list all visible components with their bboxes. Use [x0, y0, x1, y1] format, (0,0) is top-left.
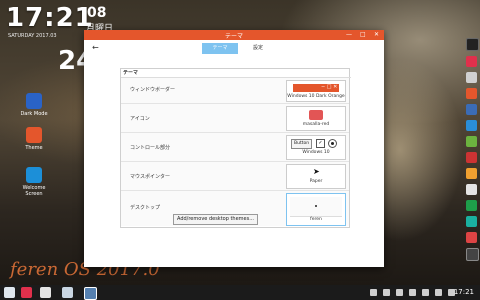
back-button[interactable]: ← — [92, 43, 99, 52]
desktop-thumbnail — [290, 197, 342, 217]
window-title: テーマ — [224, 33, 243, 40]
row-label: ウィンドウボーダー — [130, 87, 176, 93]
person-icon — [26, 93, 42, 109]
bell-icon[interactable] — [383, 289, 390, 296]
theme-app-icon[interactable] — [84, 287, 97, 300]
vivaldi-icon[interactable] — [21, 287, 32, 298]
preview-caption: masalla-red — [302, 122, 330, 127]
wifi-icon[interactable] — [422, 289, 429, 296]
desktop-icon-theme[interactable]: Theme — [14, 127, 54, 151]
mail-icon[interactable] — [466, 104, 477, 115]
store-icon[interactable] — [62, 287, 73, 298]
desktop-icon-label: Welcome Screen — [22, 185, 46, 197]
window-toolbar: ← テーマ 設定 — [84, 40, 384, 57]
cursor-icon: ➤ — [313, 167, 320, 176]
music-icon[interactable] — [435, 289, 442, 296]
store-icon[interactable] — [466, 216, 477, 227]
window-border-preview[interactable]: − □ ✕ Windows 10 Dark Orange — [286, 80, 346, 102]
theme-window: テーマ — □ ✕ ← テーマ 設定 テーマ ウィンドウボーダー − □ ✕ W… — [84, 30, 384, 267]
add-remove-desktop-themes-button[interactable]: Add/remove desktop themes... — [173, 214, 258, 225]
close-button[interactable]: ✕ — [374, 31, 379, 38]
preview-caption: Windows 10 — [302, 150, 330, 155]
row-label: デスクトップ — [130, 205, 161, 211]
checkbox-icon: ✓ — [316, 139, 325, 148]
row-label: マウスポインター — [130, 174, 171, 180]
date-widget-day: 08 — [87, 5, 107, 21]
row-label: コントロール部分 — [130, 145, 171, 151]
taskbar: 17:21 — [0, 285, 480, 300]
app-icon[interactable] — [466, 136, 477, 147]
folder-icon — [309, 110, 323, 120]
minimize-button[interactable]: — — [346, 31, 352, 38]
feren-logo-icon — [26, 167, 42, 183]
settings-icon[interactable] — [466, 248, 479, 261]
desktop-icon-label: Theme — [25, 145, 43, 151]
vivaldi-alt-icon[interactable] — [466, 152, 477, 163]
document-icon[interactable] — [466, 184, 477, 195]
desktop-icon-label: Dark Mode — [20, 111, 48, 117]
network-icon[interactable] — [409, 289, 416, 296]
chrome-icon[interactable] — [466, 72, 477, 83]
taskbar-clock[interactable]: 17:21 — [454, 288, 474, 296]
theme-icon — [26, 127, 42, 143]
radio-icon — [328, 139, 337, 148]
media-icon[interactable] — [466, 232, 477, 243]
firefox-icon[interactable] — [466, 88, 477, 99]
maximize-button[interactable]: □ — [360, 31, 366, 38]
vlc-icon[interactable] — [466, 168, 477, 179]
theme-settings-panel: テーマ ウィンドウボーダー − □ ✕ Windows 10 Dark Oran… — [120, 68, 351, 228]
tab-settings[interactable]: 設定 — [240, 43, 276, 54]
battery-icon[interactable] — [396, 289, 403, 296]
section-header: テーマ — [121, 69, 351, 78]
window-titlebar[interactable]: テーマ — □ ✕ — [84, 30, 384, 40]
row-icons: アイコン masalla-red — [121, 104, 349, 133]
spreadsheet-icon[interactable] — [466, 200, 477, 211]
preview-caption: Paper — [309, 179, 323, 184]
row-label: アイコン — [130, 116, 150, 122]
icon-preview[interactable]: masalla-red — [286, 106, 346, 131]
preview-caption: Windows 10 Dark Orange — [287, 94, 345, 99]
clock-widget-sub: SATURDAY 2017.03 — [8, 33, 57, 39]
border-sample: − □ ✕ — [293, 84, 339, 92]
vivaldi-icon[interactable] — [466, 56, 477, 67]
pointer-preview[interactable]: ➤ Paper — [286, 164, 346, 189]
desktop-icon-dark-mode[interactable]: Dark Mode — [14, 93, 54, 117]
files-icon[interactable] — [40, 287, 51, 298]
skype-icon[interactable] — [466, 120, 477, 131]
desktop-icon-welcome-screen[interactable]: Welcome Screen — [14, 167, 54, 197]
sample-controls-icon: − □ ✕ — [321, 84, 338, 90]
row-controls: コントロール部分 Button ✓ Windows 10 — [121, 133, 349, 162]
sample-button: Button — [291, 139, 313, 149]
desktop-preview[interactable]: feren — [286, 193, 346, 226]
tab-theme[interactable]: テーマ — [202, 43, 238, 54]
row-mouse-pointer: マウスポインター ➤ Paper — [121, 162, 349, 191]
controls-preview[interactable]: Button ✓ Windows 10 — [286, 135, 346, 160]
terminal-icon[interactable] — [466, 38, 479, 51]
row-window-border: ウィンドウボーダー − □ ✕ Windows 10 Dark Orange — [121, 78, 349, 104]
preview-caption: feren — [310, 217, 322, 222]
cloud-icon[interactable] — [370, 289, 377, 296]
feren-menu-icon[interactable] — [4, 287, 15, 298]
right-dock — [464, 38, 479, 266]
clock-widget-time: 17:21 — [6, 3, 94, 33]
